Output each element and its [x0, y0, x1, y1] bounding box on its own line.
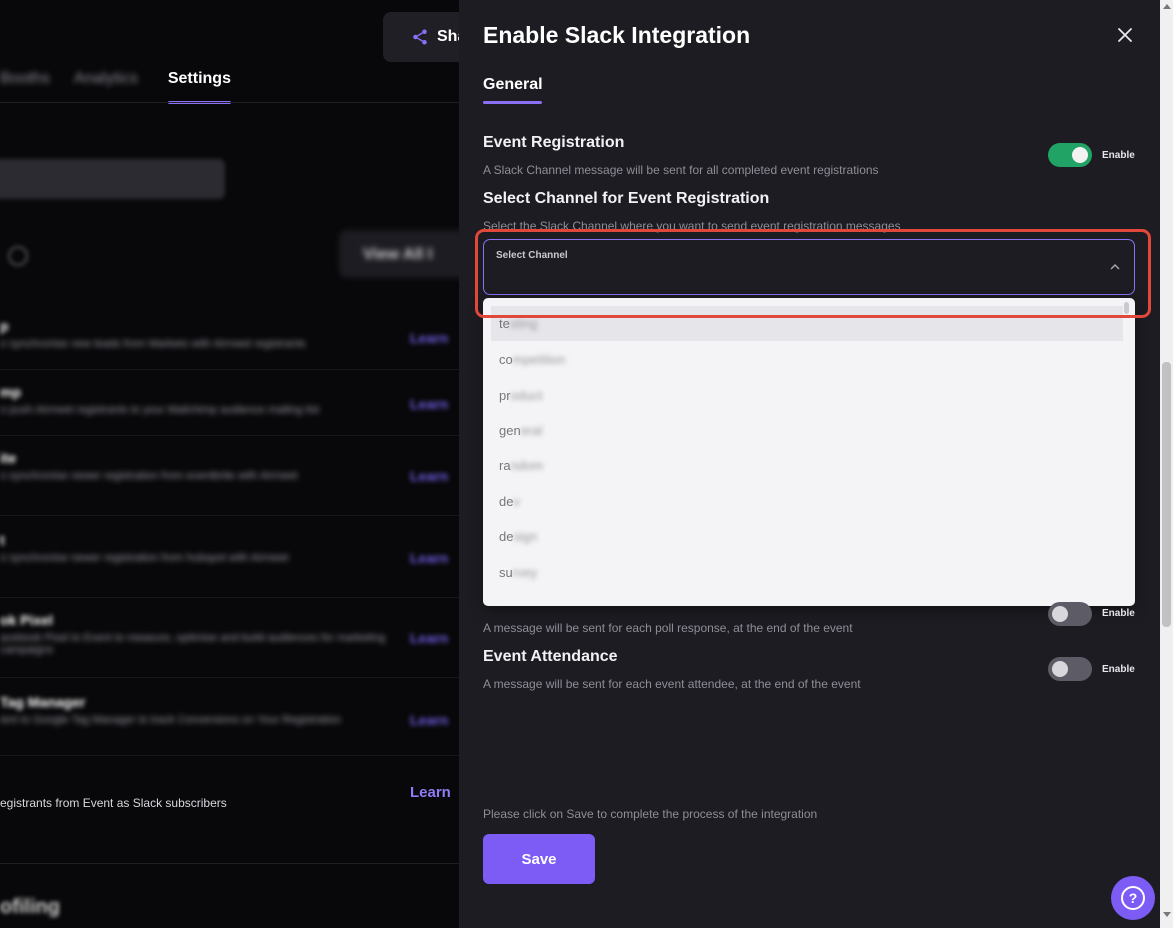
channel-option[interactable]: te sting	[491, 306, 1123, 341]
help-button[interactable]: ?	[1111, 876, 1155, 920]
poll-response-desc: A message will be sent for each poll res…	[483, 621, 853, 635]
channel-option[interactable]: su rvey	[491, 555, 1123, 590]
channel-option[interactable]: co mpetition	[491, 342, 1123, 377]
learn-link[interactable]: Learn	[410, 630, 448, 646]
close-icon[interactable]	[1117, 27, 1133, 43]
help-icon: ?	[1121, 886, 1145, 910]
background-page: Sha Booths Analytics Settings View All I…	[0, 0, 459, 928]
channel-select-label: Select Channel	[496, 250, 568, 261]
learn-link[interactable]: Learn	[410, 712, 448, 728]
select-channel-desc: Select the Slack Channel where you want …	[483, 219, 901, 233]
integration-row: p o synchronise new leads from Marketo w…	[0, 318, 459, 370]
learn-link[interactable]: Learn	[410, 550, 448, 566]
save-instructions: Please click on Save to complete the pro…	[483, 807, 818, 821]
event-attendance-toggle[interactable]	[1048, 657, 1092, 681]
event-attendance-toggle-label: Enable	[1102, 664, 1135, 675]
info-icon	[8, 246, 28, 266]
learn-link[interactable]: Learn	[410, 330, 448, 346]
integration-row: ok Pixel acebook Pixel to Event to measu…	[0, 612, 459, 678]
event-registration-toggle[interactable]	[1048, 143, 1092, 167]
slack-integration-desc: egistrants from Event as Slack subscribe…	[0, 796, 227, 810]
poll-response-toggle-label: Enable	[1102, 608, 1135, 619]
channel-option[interactable]: ra ndom	[491, 448, 1123, 483]
drawer-title: Enable Slack Integration	[483, 22, 751, 48]
scroll-down-icon[interactable]	[1163, 912, 1171, 917]
tab-general[interactable]: General	[483, 76, 543, 94]
scroll-up-icon[interactable]	[1163, 4, 1171, 9]
tab-booths[interactable]: Booths	[0, 70, 50, 102]
channel-option[interactable]: gen eral	[491, 413, 1123, 448]
tab-analytics[interactable]: Analytics	[74, 70, 138, 102]
channel-option[interactable]: pr oduct	[491, 378, 1123, 413]
event-registration-title: Event Registration	[483, 134, 625, 151]
event-attendance-title: Event Attendance	[483, 648, 618, 665]
event-tabs: Booths Analytics Settings	[0, 70, 232, 104]
tabs-divider	[0, 102, 459, 103]
save-button[interactable]: Save	[483, 834, 595, 884]
share-button[interactable]: Sha	[383, 12, 459, 62]
share-label: Sha	[437, 28, 459, 45]
event-attendance-desc: A message will be sent for each event at…	[483, 677, 861, 691]
learn-link[interactable]: Learn	[410, 396, 448, 412]
event-registration-desc: A Slack Channel message will be sent for…	[483, 163, 879, 177]
page-scrollbar[interactable]	[1160, 0, 1173, 928]
integration-row: ite o synchronise newer registration fro…	[0, 450, 459, 516]
channel-option[interactable]: de sign	[491, 519, 1123, 554]
integration-row: t o synchronise newer registration from …	[0, 532, 459, 598]
dropdown-scrollbar[interactable]	[1124, 302, 1129, 314]
tab-underline	[483, 101, 542, 104]
integration-row: Tag Manager ient to Google Tag Manager t…	[0, 694, 459, 756]
learn-link[interactable]: Learn	[410, 468, 448, 484]
select-channel-title: Select Channel for Event Registration	[483, 190, 770, 207]
search-input[interactable]	[0, 159, 225, 199]
poll-response-toggle[interactable]	[1048, 602, 1092, 626]
event-registration-toggle-label: Enable	[1102, 150, 1135, 161]
slack-integration-row: egistrants from Event as Slack subscribe…	[0, 782, 459, 864]
channel-dropdown: te sting co mpetition pr oduct gen eral ra nd…	[483, 298, 1135, 606]
share-icon	[413, 29, 427, 45]
tab-settings[interactable]: Settings	[162, 70, 232, 104]
channel-select[interactable]: Select Channel	[483, 239, 1135, 295]
profiling-heading: ofiling	[0, 896, 60, 918]
chevron-up-icon	[1110, 264, 1120, 270]
view-all-button[interactable]: View All I	[339, 230, 459, 278]
scrollbar-thumb[interactable]	[1162, 362, 1171, 627]
channel-option[interactable]: de v	[491, 484, 1123, 519]
slack-integration-drawer: Enable Slack Integration General Event R…	[459, 0, 1160, 928]
slack-learn-link[interactable]: Learn	[410, 784, 451, 801]
integration-row: mp o push Airmeet registrants to your Ma…	[0, 384, 459, 436]
